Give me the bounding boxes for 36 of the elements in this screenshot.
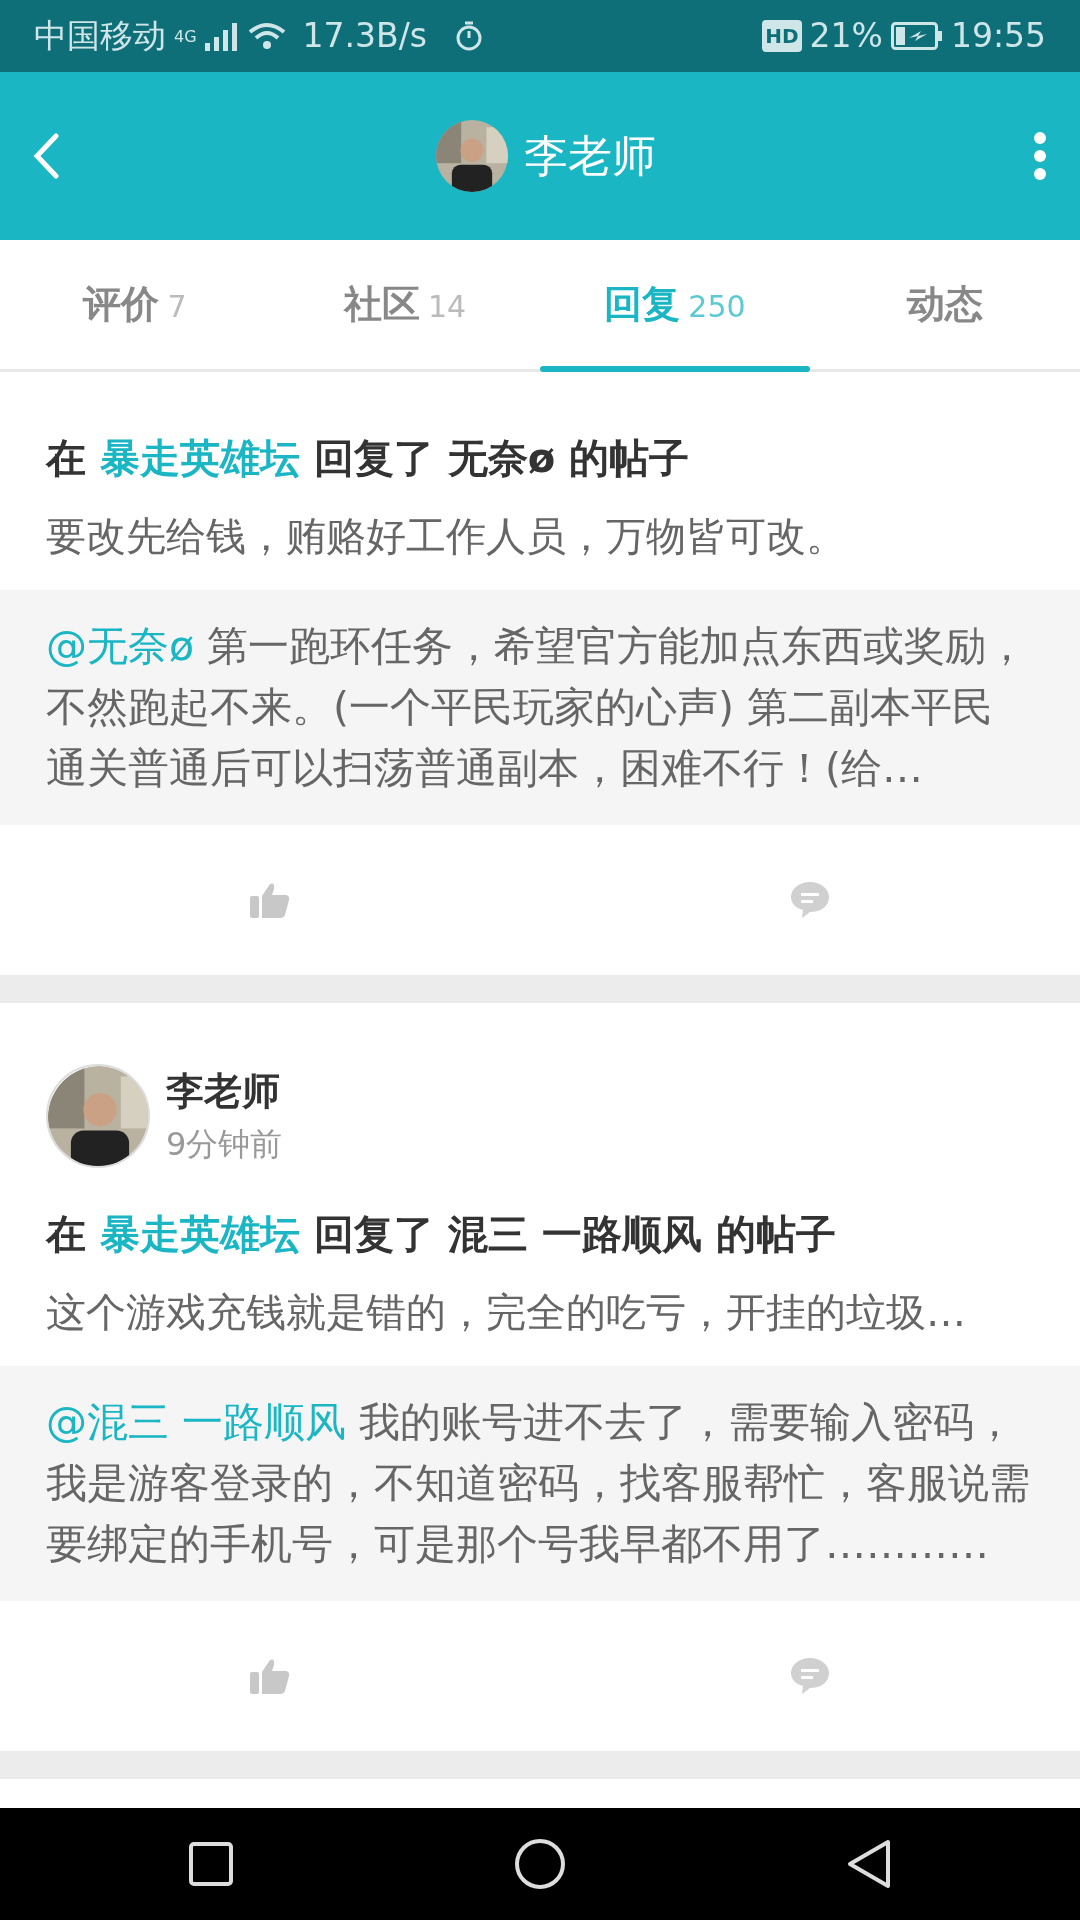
triangle-icon: [846, 1839, 892, 1889]
tab[interactable]: 回复 250: [540, 240, 810, 369]
clock-time: 19:55: [950, 15, 1046, 58]
back-icon: [32, 133, 60, 179]
network-speed: 17.3B/s: [302, 15, 427, 58]
user-mention[interactable]: @无奈ø: [46, 622, 195, 670]
tab[interactable]: 评价 7: [0, 240, 270, 369]
circle-icon: [514, 1838, 566, 1890]
hd-badge: HD: [762, 20, 802, 52]
user-mention[interactable]: @混三 一路顺风: [46, 1398, 347, 1446]
network-type: 4G: [174, 26, 197, 49]
thumbs-up-icon: [250, 882, 290, 918]
page-title: 李老师: [524, 129, 656, 183]
quoted-post: @混三 一路顺风 我的账号进不去了，需要输入密码，我是游客登录的，不知道密码，找客服帮忙，客服说需要绑定的手机号，可是那个号我早都不用了…………: [0, 1366, 1080, 1601]
wifi-icon: [246, 21, 287, 51]
tab[interactable]: 社区 14: [270, 240, 540, 369]
author-name[interactable]: 李老师: [166, 1063, 283, 1120]
reply-summary: 在 暴走英雄坛 回复了 无奈ø 的帖子: [44, 434, 691, 483]
reply-summary: 在 暴走英雄坛 回复了 混三 一路顺风 的帖子: [44, 1210, 837, 1259]
more-icon: [1032, 131, 1048, 181]
carrier-name: 中国移动: [34, 15, 166, 58]
tab[interactable]: 动态: [810, 240, 1080, 369]
battery-icon: [890, 22, 943, 50]
square-icon: [188, 1841, 234, 1887]
battery-percent: 21%: [809, 15, 883, 58]
reply-content: 要改先给钱，贿赂好工作人员，万物皆可改。: [45, 512, 847, 561]
thumbs-up-icon: [250, 1658, 290, 1694]
comment-icon: [790, 1657, 830, 1695]
signal-icon: [204, 21, 239, 51]
timer-icon: [455, 21, 483, 51]
comment-icon: [790, 881, 830, 919]
quoted-post: @无奈ø 第一跑环任务，希望官方能加点东西或奖励，不然跑起不来。(一个平民玩家的心声) 第二副本平民通关普通后可以扫荡普通副本，困难不行！(给…: [0, 590, 1080, 825]
post-time: 9分钟前: [166, 1124, 283, 1165]
reply-content: 这个游戏充钱就是错的，完全的吃亏，开挂的垃圾…: [45, 1288, 967, 1337]
forum-link[interactable]: 暴走英雄坛: [99, 435, 300, 481]
forum-link[interactable]: 暴走英雄坛: [99, 1211, 300, 1257]
